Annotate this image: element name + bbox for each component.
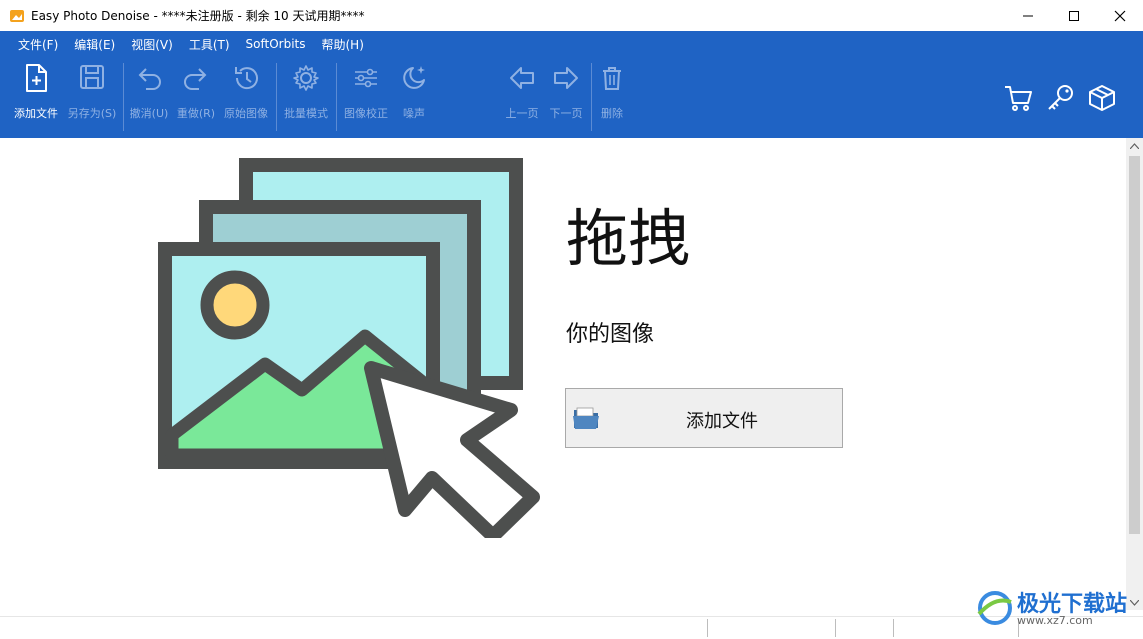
cart-icon[interactable] — [1003, 83, 1033, 113]
trash-icon — [603, 67, 621, 90]
window-controls — [1005, 0, 1143, 31]
folder-icon — [573, 407, 599, 429]
watermark-url: www.xz7.com — [1017, 614, 1093, 627]
noise-label: 噪声 — [403, 107, 425, 120]
vertical-scrollbar[interactable] — [1126, 138, 1143, 610]
add-file-tool[interactable]: 添加文件 — [10, 57, 62, 138]
add-file-button[interactable]: 添加文件 — [565, 388, 843, 448]
status-bar — [0, 616, 1143, 639]
add-file-icon — [26, 64, 47, 92]
arrow-right-icon — [554, 67, 578, 89]
watermark: 极光下载站 www.xz7.com — [975, 586, 1135, 636]
toolbar-separator — [336, 63, 337, 131]
menu-softorbits[interactable]: SoftOrbits — [238, 37, 314, 51]
prev-page-label: 上一页 — [505, 107, 539, 120]
noise-tool[interactable]: 噪声 — [394, 57, 434, 138]
save-as-tool[interactable]: 另存为(S) — [64, 57, 120, 138]
moon-star-icon — [403, 66, 425, 89]
drag-subtitle: 你的图像 — [566, 322, 655, 347]
prev-page-tool[interactable]: 上一页 — [500, 57, 544, 138]
original-image-label: 原始图像 — [224, 107, 268, 120]
menu-view[interactable]: 视图(V) — [123, 36, 181, 53]
box-icon[interactable] — [1087, 83, 1117, 113]
toolbar-separator — [591, 63, 592, 131]
menu-edit[interactable]: 编辑(E) — [66, 36, 123, 53]
watermark-logo-icon — [977, 591, 1012, 625]
delete-tool[interactable]: 删除 — [594, 57, 630, 138]
add-file-label: 添加文件 — [14, 107, 58, 120]
close-icon — [1114, 10, 1126, 21]
delete-label: 删除 — [601, 107, 623, 120]
minimize-button[interactable] — [1005, 0, 1051, 31]
menu-help[interactable]: 帮助(H) — [313, 36, 371, 53]
history-icon — [235, 67, 258, 90]
status-separator — [835, 619, 836, 637]
title-bar: Easy Photo Denoise - ****未注册版 - 剩余 10 天试… — [0, 0, 1143, 31]
chevron-up-icon[interactable] — [1130, 143, 1139, 149]
toolbar-separator — [123, 63, 124, 131]
redo-label: 重做(R) — [176, 107, 216, 120]
drop-area[interactable]: 拖拽 你的图像 添加文件 — [0, 138, 1143, 616]
toolbar: 添加文件 另存为(S) 撤消(U) 重做(R) 原始图像 批量模式 图像校正 噪… — [0, 57, 1143, 138]
toolbar-right-icons — [1003, 83, 1117, 113]
menu-tools[interactable]: 工具(T) — [181, 36, 238, 53]
next-page-tool[interactable]: 下一页 — [544, 57, 588, 138]
app-icon — [10, 9, 24, 22]
arrow-left-icon — [510, 67, 534, 89]
toolbar-separator — [276, 63, 277, 131]
key-icon[interactable] — [1045, 83, 1075, 113]
scroll-thumb[interactable] — [1129, 156, 1140, 534]
sliders-icon — [355, 68, 377, 88]
original-image-tool[interactable]: 原始图像 — [220, 57, 272, 138]
batch-mode-label: 批量模式 — [284, 107, 328, 120]
drag-drop-illustration-icon — [158, 158, 540, 538]
status-separator — [707, 619, 708, 637]
batch-mode-tool[interactable]: 批量模式 — [280, 57, 332, 138]
window-title: Easy Photo Denoise - ****未注册版 - 剩余 10 天试… — [31, 9, 365, 23]
maximize-button[interactable] — [1051, 0, 1097, 31]
status-separator — [893, 619, 894, 637]
redo-tool[interactable]: 重做(R) — [173, 57, 219, 138]
save-icon — [80, 65, 104, 89]
close-button[interactable] — [1097, 0, 1143, 31]
menu-bar: 文件(F) 编辑(E) 视图(V) 工具(T) SoftOrbits 帮助(H) — [0, 31, 1143, 57]
minimize-icon — [1023, 15, 1033, 16]
undo-label: 撤消(U) — [129, 107, 169, 120]
image-correction-label: 图像校正 — [344, 107, 388, 120]
drag-title: 拖拽 — [566, 202, 691, 275]
gear-icon — [293, 65, 319, 91]
undo-tool[interactable]: 撤消(U) — [126, 57, 172, 138]
image-correction-tool[interactable]: 图像校正 — [340, 57, 392, 138]
save-as-label: 另存为(S) — [67, 107, 117, 120]
maximize-icon — [1069, 10, 1079, 21]
undo-icon — [138, 68, 161, 90]
add-file-button-label: 添加文件 — [686, 411, 758, 432]
redo-icon — [184, 68, 207, 90]
next-page-label: 下一页 — [549, 107, 583, 120]
menu-file[interactable]: 文件(F) — [10, 36, 66, 53]
